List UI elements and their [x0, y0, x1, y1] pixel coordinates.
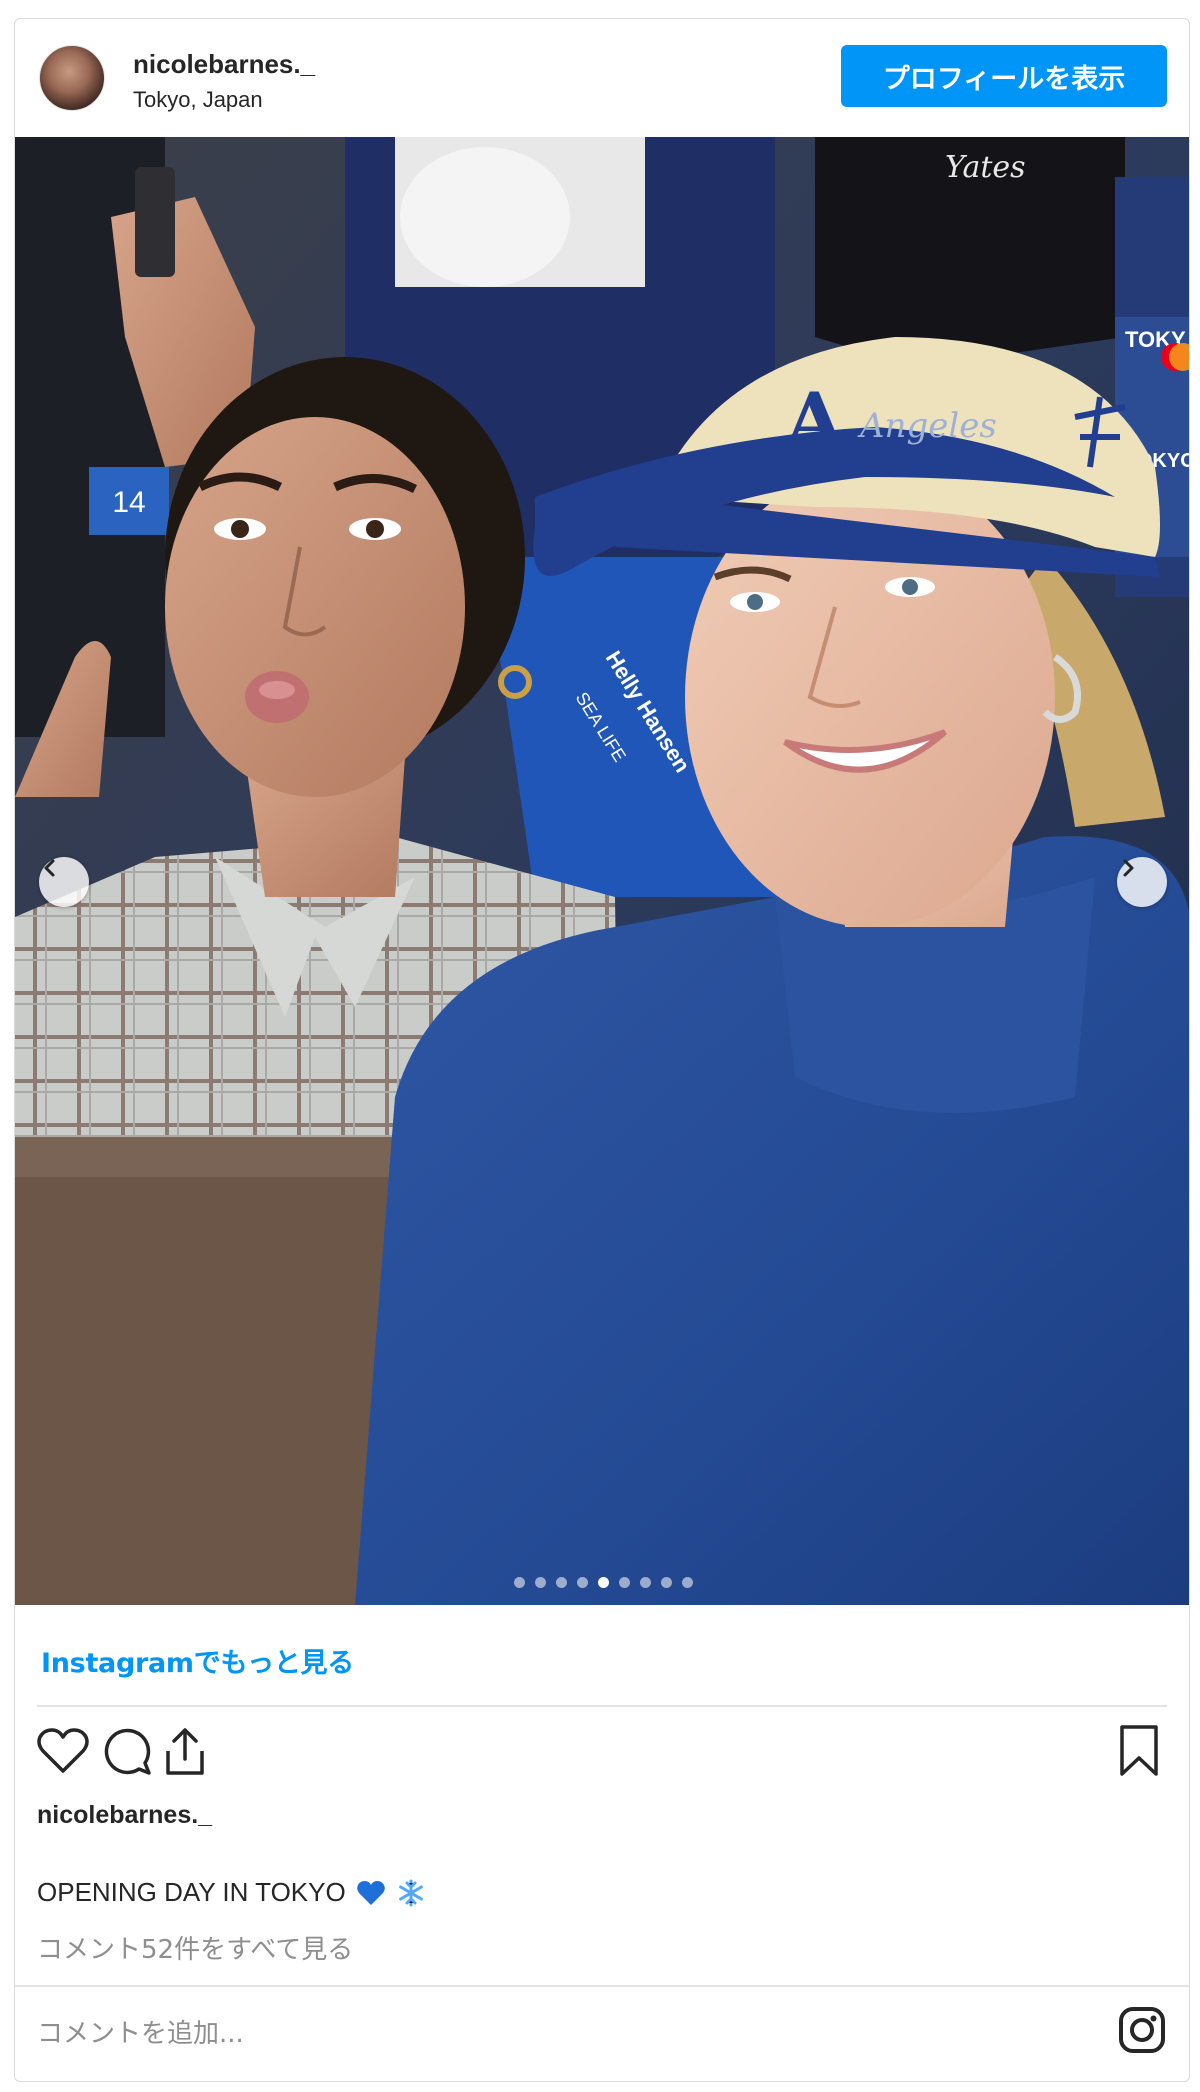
divider [37, 1705, 1167, 1707]
divider [15, 1985, 1189, 1987]
username[interactable]: nicolebarnes._ [133, 49, 315, 80]
carousel-dot [513, 1577, 525, 1588]
chevron-left-icon [44, 859, 55, 877]
blue-heart-icon [356, 1879, 386, 1907]
carousel-indicator [15, 1577, 1189, 1588]
view-all-comments-link[interactable]: コメント52件をすべて見る [37, 1929, 353, 1966]
save-button[interactable] [1109, 1721, 1169, 1781]
post-header: nicolebarnes._ Tokyo, Japan プロフィールを表示 [15, 19, 1189, 137]
carousel-dot [681, 1577, 693, 1588]
like-button[interactable] [33, 1721, 93, 1781]
share-button[interactable] [155, 1721, 215, 1781]
cap-letter: A [784, 376, 845, 465]
caption-text: OPENING DAY IN TOKYO [37, 1877, 346, 1907]
comment-button[interactable] [97, 1721, 157, 1781]
carousel-prev-button[interactable] [39, 857, 89, 907]
carousel-next-button[interactable] [1117, 857, 1167, 907]
share-icon [166, 1728, 204, 1775]
bookmark-icon [1120, 1725, 1158, 1776]
caption-username[interactable]: nicolebarnes._ [37, 1801, 212, 1830]
seat-number: 14 [112, 486, 145, 519]
comment-icon [104, 1728, 151, 1775]
carousel-dot [660, 1577, 672, 1588]
action-bar [15, 1721, 1189, 1791]
carousel-dot [618, 1577, 630, 1588]
post-caption: OPENING DAY IN TOKYO [37, 1877, 426, 1908]
carousel-dot [597, 1577, 609, 1588]
snowflake-icon [396, 1878, 426, 1908]
patch-text: Yates [945, 150, 1026, 185]
cap-script: Angeles [857, 406, 997, 446]
instagram-logo-icon[interactable] [1117, 2005, 1167, 2055]
carousel-dot [555, 1577, 567, 1588]
avatar[interactable] [39, 45, 105, 111]
instagram-embed-card: nicolebarnes._ Tokyo, Japan プロフィールを表示 14… [14, 18, 1190, 2082]
post-photo[interactable]: 14 Yates TOKY SERIE TOKYO SERIES Helly H… [15, 137, 1189, 1605]
carousel-dot [639, 1577, 651, 1588]
view-more-on-instagram-link[interactable]: Instagramでもっと見る [41, 1641, 354, 1680]
add-comment-input[interactable]: コメントを追加... [37, 2013, 244, 2050]
carousel-dot [576, 1577, 588, 1588]
view-profile-button[interactable]: プロフィールを表示 [841, 45, 1167, 107]
location[interactable]: Tokyo, Japan [133, 87, 263, 113]
chevron-right-icon [1123, 859, 1134, 877]
heart-icon [37, 1728, 89, 1773]
photo-image: 14 Yates TOKY SERIE TOKYO SERIES Helly H… [15, 137, 1189, 1605]
carousel-dot [534, 1577, 546, 1588]
